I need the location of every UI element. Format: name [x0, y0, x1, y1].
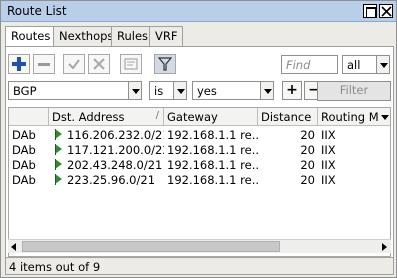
filter-toggle-button[interactable]	[154, 54, 176, 74]
route-active-icon	[55, 129, 62, 140]
find-input[interactable]: Find	[281, 55, 338, 74]
chevron-down-icon[interactable]	[128, 81, 142, 100]
dst-address: 116.206.232.0/21	[67, 128, 164, 142]
check-icon	[68, 59, 80, 70]
dst-address: 202.43.248.0/21	[67, 158, 163, 172]
tab-routes[interactable]: Routes	[5, 26, 57, 47]
remove-button[interactable]	[33, 54, 55, 74]
plus-icon	[12, 57, 26, 71]
dst-cell: 202.43.248.0/21	[49, 157, 164, 172]
add-filter-button[interactable]: +	[282, 81, 302, 100]
column-header-dst-address[interactable]: Dst. Address /	[49, 108, 164, 126]
column-header-flags[interactable]	[9, 108, 49, 126]
filter-field-select[interactable]: BGP	[8, 81, 142, 100]
dst-address: 117.121.200.0/22	[67, 143, 164, 157]
column-header-routing-mark[interactable]: Routing Mark	[318, 108, 378, 126]
scroll-left-icon[interactable]	[8, 240, 21, 253]
table-row[interactable]: DAb 223.25.96.0/21 192.168.1.1 re... 20 …	[9, 172, 390, 187]
routing-mark-cell: IIX	[321, 173, 336, 187]
routing-mark-cell: IIX	[321, 158, 336, 172]
funnel-icon	[158, 57, 172, 71]
sort-icon: /	[155, 110, 159, 121]
comment-icon	[124, 58, 138, 70]
dst-cell: 116.206.232.0/21	[49, 127, 164, 142]
add-button[interactable]	[8, 54, 30, 74]
apply-filter-button[interactable]: Filter	[317, 81, 391, 101]
chevron-down-icon[interactable]	[376, 55, 390, 74]
table-header: Dst. Address / Gateway Distance Routing …	[9, 108, 390, 126]
flags-cell: DAb	[12, 143, 36, 157]
gateway-cell: 192.168.1.1 re...	[167, 143, 258, 157]
distance-cell: 20	[300, 128, 315, 142]
column-label: Dst. Address	[52, 110, 125, 124]
dst-address: 223.25.96.0/21	[67, 173, 156, 187]
route-active-icon	[55, 144, 62, 155]
table-row[interactable]: DAb 202.43.248.0/21 192.168.1.1 re... 20…	[9, 157, 390, 172]
routes-panel: Find all BGP is yes + − Filter Dst. Addr…	[5, 46, 394, 275]
column-header-gateway[interactable]: Gateway	[164, 108, 258, 126]
chevron-down-icon[interactable]	[173, 81, 187, 100]
tab-nexthops[interactable]: Nexthops	[53, 26, 120, 46]
x-icon	[93, 58, 105, 70]
minus-icon	[38, 63, 50, 66]
gateway-cell: 192.168.1.1 re...	[167, 158, 258, 172]
filter-value-select[interactable]: yes	[192, 81, 274, 100]
gateway-cell: 192.168.1.1 re...	[167, 128, 258, 142]
column-menu-icon[interactable]	[378, 108, 390, 126]
window-title: Route List	[7, 4, 67, 18]
dst-cell: 223.25.96.0/21	[49, 172, 164, 187]
gateway-cell: 192.168.1.1 re...	[167, 173, 258, 187]
chevron-down-icon[interactable]	[260, 81, 274, 100]
scope-value: all	[347, 58, 361, 72]
filter-field-value: BGP	[13, 84, 37, 98]
distance-cell: 20	[300, 158, 315, 172]
tab-vrf[interactable]: VRF	[149, 26, 184, 46]
disable-button[interactable]	[88, 54, 110, 74]
filter-value: yes	[197, 84, 217, 98]
route-active-icon	[55, 159, 62, 170]
routing-mark-cell: IIX	[321, 143, 336, 157]
column-header-distance[interactable]: Distance	[258, 108, 318, 126]
route-active-icon	[55, 174, 62, 185]
distance-cell: 20	[300, 173, 315, 187]
flags-cell: DAb	[12, 128, 36, 142]
enable-button[interactable]	[63, 54, 85, 74]
close-button[interactable]	[379, 4, 393, 18]
flags-cell: DAb	[12, 173, 36, 187]
route-list-window: Route List Routes Nexthops Rules VRF Fin…	[0, 0, 397, 278]
table-row[interactable]: DAb 117.121.200.0/22 192.168.1.1 re... 2…	[9, 142, 390, 157]
close-icon	[381, 6, 392, 17]
table-row[interactable]: DAb 116.206.232.0/21 192.168.1.1 re... 2…	[9, 127, 390, 142]
scope-select[interactable]: all	[342, 55, 390, 74]
routing-mark-cell: IIX	[321, 128, 336, 142]
scroll-right-icon[interactable]	[377, 240, 390, 253]
restore-button[interactable]	[363, 4, 377, 18]
filter-operator-value: is	[154, 84, 164, 98]
scroll-thumb[interactable]	[22, 241, 280, 252]
status-bar: 4 items out of 9	[5, 257, 394, 275]
comment-button[interactable]	[120, 54, 142, 74]
horizontal-scrollbar[interactable]	[8, 239, 391, 253]
filter-operator-select[interactable]: is	[149, 81, 187, 100]
routes-table: Dst. Address / Gateway Distance Routing …	[8, 107, 391, 257]
dst-cell: 117.121.200.0/22	[49, 142, 164, 157]
tab-rules[interactable]: Rules	[111, 26, 155, 46]
title-bar[interactable]: Route List	[1, 1, 396, 22]
flags-cell: DAb	[12, 158, 36, 172]
distance-cell: 20	[300, 143, 315, 157]
